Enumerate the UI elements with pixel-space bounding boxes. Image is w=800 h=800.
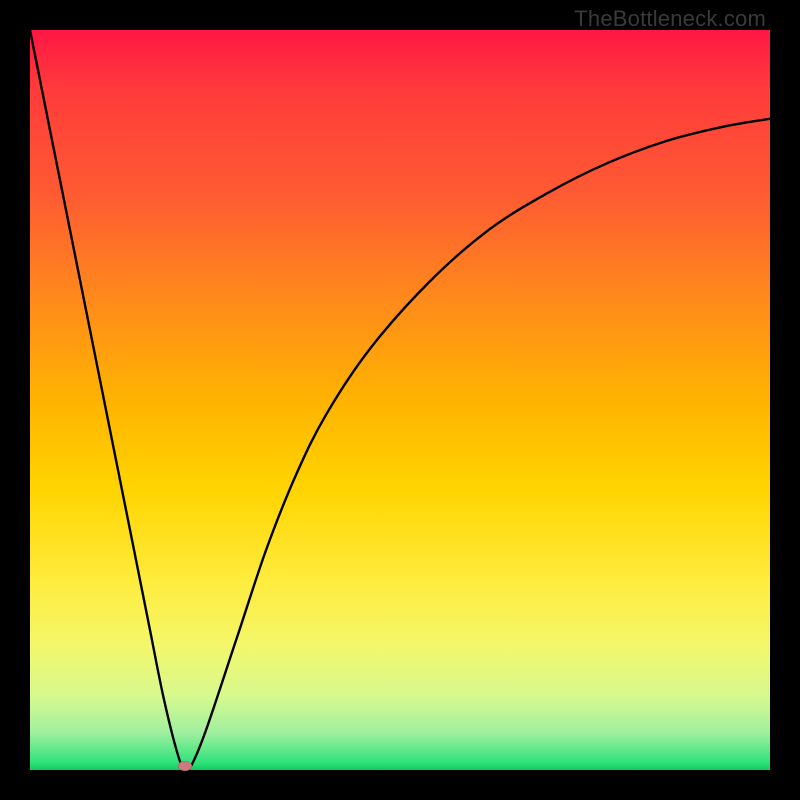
bottleneck-curve [30, 30, 770, 770]
chart-frame: TheBottleneck.com [0, 0, 800, 800]
optimal-point-marker [178, 761, 192, 771]
plot-area [30, 30, 770, 770]
watermark-text: TheBottleneck.com [574, 6, 766, 32]
